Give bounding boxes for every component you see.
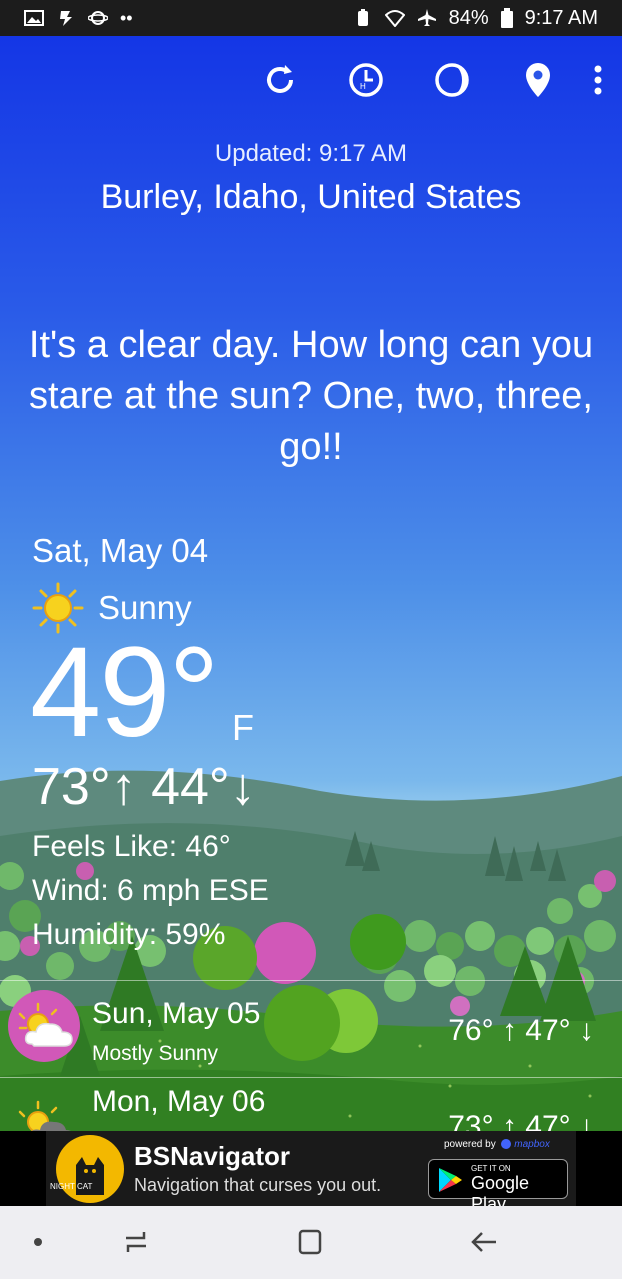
status-left: •• [24,8,133,29]
temperature-unit: F [232,707,254,748]
home-button[interactable] [294,1226,326,1258]
navigation-bar [0,1206,622,1279]
store-main-text: Google Play [471,1173,530,1206]
partly-sunny-icon [18,1002,73,1047]
battery-percent: 84% [448,6,489,29]
ad-powered-by: powered by mapbox [444,1139,550,1150]
forecast-day-2: Mon, May 06 [92,1085,266,1118]
history-icon: H [349,63,383,97]
feels-like: Feels Like: 46° [32,830,231,863]
gallery-notification-icon [24,10,44,26]
status-time: 9:17 AM [524,6,598,29]
dot-icon [34,1238,42,1246]
moon-phase-icon [435,63,469,97]
refresh-button[interactable] [258,58,302,102]
moon-phase-button[interactable] [430,58,474,102]
battery-saver-icon [357,9,368,26]
more-options-button[interactable] [586,58,610,102]
forecast-divider [0,980,622,981]
more-notifications-icon: •• [120,7,133,28]
recent-apps-icon [126,1232,146,1252]
updated-time: Updated: 9:17 AM [214,140,408,167]
mapbox-logo-icon [501,1139,512,1150]
recent-apps-button[interactable] [120,1226,152,1258]
airplane-mode-icon [417,9,436,26]
location-button[interactable] [516,58,560,102]
forecast-temps-1: 76° ↑ 47° ↓ [448,1014,594,1047]
powered-by-text: powered by [444,1139,496,1150]
nav-dot-button[interactable] [22,1226,54,1258]
ad-brand: NIGHT CAT [50,1182,92,1191]
location-name[interactable]: Burley, Idaho, United States [0,178,622,217]
forecast-temps-2: 73° ↑ 47° ↓ [448,1110,594,1131]
store-top-text: GET IT ON [471,1164,511,1173]
more-vert-icon [594,65,602,95]
history-button[interactable]: H [344,58,388,102]
location-pin-icon [526,63,550,97]
forecast-day-1: Sun, May 05 [92,997,261,1030]
current-temperature: 49° [30,621,220,764]
current-date: Sat, May 04 [32,532,209,569]
toolbar: H [258,58,622,102]
forecast-condition-1: Mostly Sunny [92,1042,219,1065]
voicemail-notification-icon [60,11,72,26]
battery-icon [500,8,513,28]
ad-banner[interactable]: NIGHT CAT BSNavigator Navigation that cu… [0,1131,622,1206]
wifi-icon [384,10,405,27]
google-play-button[interactable]: GET IT ON Google Play [428,1159,568,1206]
back-button[interactable] [468,1226,500,1258]
planet-notification-icon [88,11,108,25]
partly-cloudy-icon [18,1100,71,1131]
svg-text:H: H [360,82,366,91]
ad-content[interactable]: NIGHT CAT BSNavigator Navigation that cu… [46,1131,576,1206]
refresh-icon [267,65,293,93]
weather-scene[interactable]: H Updated: 9:17 AM Burley, Idaho, United… [0,36,622,1131]
status-bar: •• 84% 9:17 AM [0,0,622,36]
back-arrow-icon [471,1232,496,1252]
forecast-divider [0,1077,622,1078]
home-icon [298,1229,322,1255]
weather-message: It's a clear day. How long can you stare… [28,324,594,468]
mapbox-text: mapbox [514,1139,550,1150]
ad-subtitle: Navigation that curses you out. [134,1175,382,1195]
status-right: 84% 9:17 AM [353,7,598,30]
night-cat-logo: NIGHT CAT [46,1131,130,1206]
wind: Wind: 6 mph ESE [32,874,269,907]
ad-title: BSNavigator [134,1141,291,1171]
humidity: Humidity: 59% [32,918,226,951]
play-store-icon [439,1168,462,1192]
high-low-temps: 73°↑ 44°↓ [32,758,256,816]
